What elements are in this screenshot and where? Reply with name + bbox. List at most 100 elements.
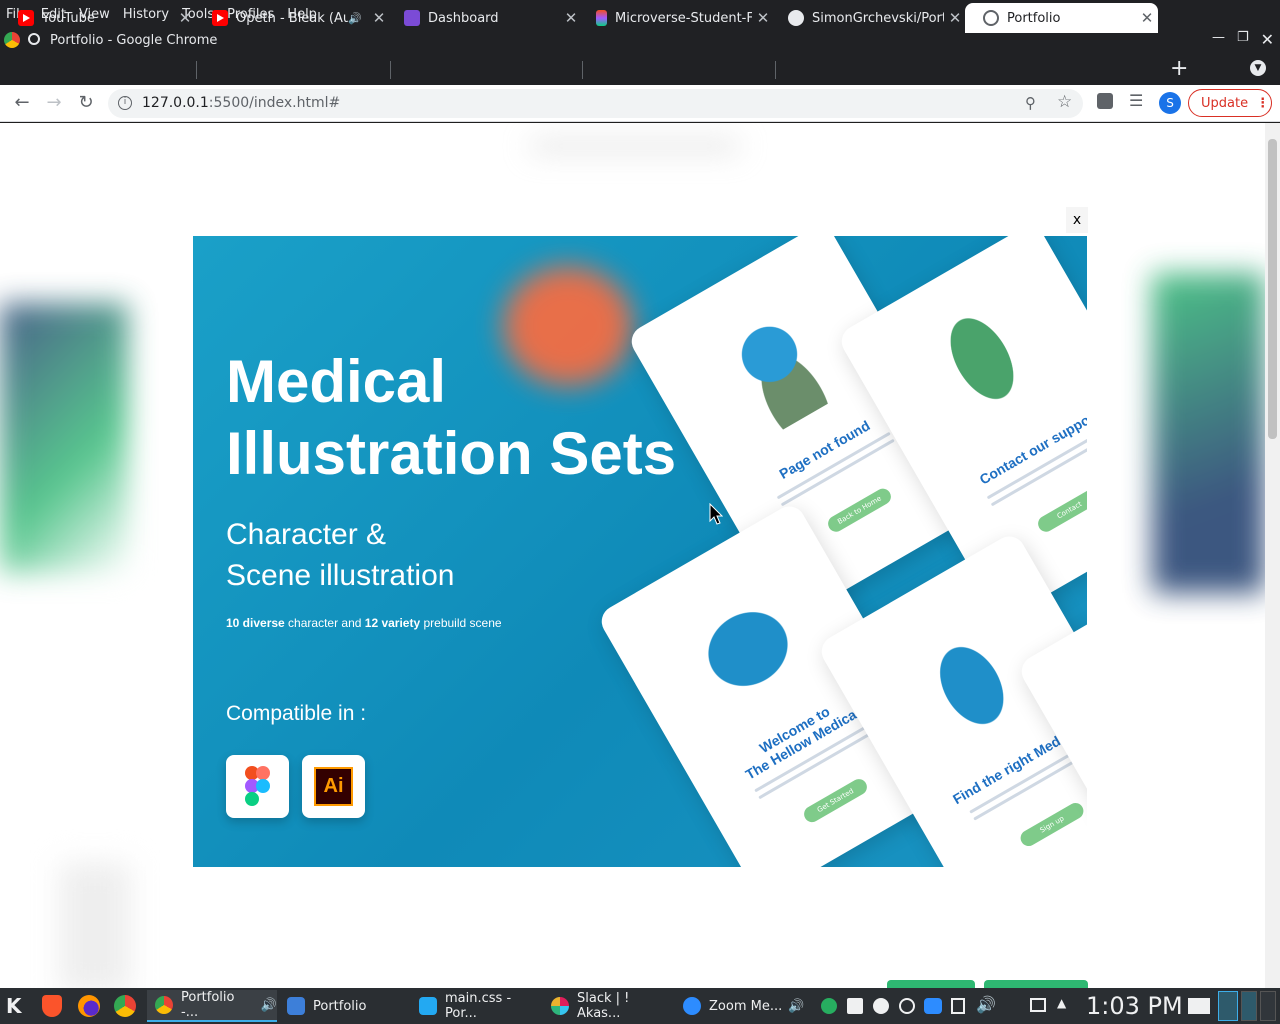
- pager-desktop-2[interactable]: [1241, 991, 1257, 1021]
- task-label: Zoom Me...: [709, 998, 783, 1014]
- tab-search-icon[interactable]: ▼: [1250, 60, 1266, 76]
- pin-icon[interactable]: [28, 33, 40, 45]
- tab-youtube[interactable]: YouTube ✕: [0, 3, 196, 33]
- subheadline-line-1: Character &: [226, 518, 387, 551]
- task-vscode[interactable]: main.css - Por...: [411, 990, 541, 1022]
- card-button: Back to Home: [825, 485, 894, 535]
- task-slack[interactable]: Slack | ! Akas...: [543, 990, 673, 1022]
- globe-icon: [983, 10, 999, 26]
- desc-bold-1: 10 diverse: [226, 616, 285, 630]
- chrome-taskbar-icon[interactable]: [114, 995, 136, 1017]
- card-button: Sign up: [1017, 800, 1087, 849]
- modal-close-button[interactable]: x: [1066, 207, 1088, 233]
- tab-label: YouTube: [42, 10, 95, 26]
- modal-subheadline: Character & Scene illustration: [226, 514, 454, 596]
- tab-label: Opeth - Bleak (Au: [236, 10, 349, 26]
- close-icon[interactable]: ✕: [944, 9, 966, 27]
- tab-label: Portfolio: [1007, 10, 1061, 26]
- update-label: Update: [1201, 95, 1249, 111]
- desc-mid: character and: [284, 616, 365, 630]
- headline-line-2: Illustration Sets: [226, 420, 677, 487]
- chrome-icon: [155, 996, 173, 1014]
- task-zoom[interactable]: Zoom Me... 🔊: [675, 990, 810, 1022]
- close-icon[interactable]: ✕: [1136, 9, 1158, 27]
- compatible-label: Compatible in :: [226, 702, 367, 725]
- bg-right-art: [1152, 273, 1265, 593]
- tray-volume-icon[interactable]: 🔊: [976, 995, 996, 1014]
- tray-zoom-icon[interactable]: [924, 998, 942, 1014]
- info-icon[interactable]: i: [118, 96, 132, 110]
- figma-app-icon: [226, 755, 289, 818]
- tray-update-icon[interactable]: [821, 998, 837, 1014]
- bg-bottom-panel: [60, 863, 130, 988]
- tray-notifications-icon[interactable]: [1030, 998, 1046, 1012]
- task-label: Portfolio -...: [181, 990, 235, 1020]
- url-host: 127.0.0.1: [142, 95, 209, 111]
- new-tab-icon[interactable]: +: [1170, 56, 1188, 81]
- media-control-icon[interactable]: ☰: [1129, 91, 1143, 110]
- minimize-icon[interactable]: —: [1212, 30, 1225, 49]
- task-chrome-portfolio[interactable]: Portfolio -... 🔊: [147, 990, 277, 1022]
- desc-end: prebuild scene: [420, 616, 502, 630]
- forward-icon[interactable]: →: [42, 91, 66, 115]
- tray-expand-icon[interactable]: ▲: [1057, 996, 1066, 1010]
- audio-icon: 🔊: [260, 997, 277, 1013]
- profile-avatar[interactable]: S: [1159, 92, 1181, 114]
- brave-icon[interactable]: [42, 995, 62, 1017]
- update-button[interactable]: Update ⋮: [1188, 89, 1272, 117]
- scrollbar-thumb[interactable]: [1268, 139, 1277, 439]
- chrome-icon: [4, 32, 20, 48]
- tray-clipboard-icon[interactable]: [951, 998, 965, 1014]
- show-desktop-icon[interactable]: [1188, 998, 1210, 1014]
- extensions-icon[interactable]: [1097, 93, 1113, 109]
- os-taskbar: K Portfolio -... 🔊 Portfolio main.css - …: [0, 988, 1280, 1024]
- illustrator-app-icon: Ai: [302, 755, 365, 818]
- tab-label: SimonGrchevski/Port: [812, 10, 944, 26]
- pager-desktop-3[interactable]: [1260, 991, 1276, 1021]
- bg-button-1: [887, 980, 975, 988]
- firefox-icon[interactable]: [78, 995, 100, 1017]
- project-modal-image: Medical Illustration Sets Character & Sc…: [193, 236, 1087, 867]
- doctor-illustration: [697, 285, 854, 445]
- kde-launcher-icon[interactable]: K: [6, 994, 28, 1018]
- dashboard-icon: [404, 10, 420, 26]
- url-text: 127.0.0.1:5500/index.html#: [142, 95, 340, 111]
- bg-nav-blur: [530, 139, 740, 153]
- figma-icon: [596, 10, 607, 26]
- pager-desktop-1[interactable]: [1218, 991, 1238, 1021]
- tab-github[interactable]: SimonGrchevski/Port ✕: [770, 3, 966, 33]
- more-menu-icon[interactable]: ⋮: [1256, 96, 1269, 111]
- taskbar-clock[interactable]: 1:03 PM: [1086, 992, 1183, 1020]
- close-icon[interactable]: ✕: [174, 9, 196, 27]
- tab-dashboard[interactable]: Dashboard ✕: [386, 3, 582, 33]
- card-button: Contact: [1035, 485, 1087, 535]
- tray-slack-icon[interactable]: [873, 998, 889, 1014]
- address-bar[interactable]: i 127.0.0.1:5500/index.html# ⚲ ☆: [108, 89, 1083, 118]
- audio-icon[interactable]: 🔊: [348, 12, 362, 25]
- modal-description: 10 diverse character and 12 variety preb…: [226, 616, 502, 630]
- document-icon: [287, 997, 305, 1015]
- close-window-icon[interactable]: ✕: [1261, 30, 1274, 49]
- headline-line-1: Medical: [226, 348, 447, 415]
- back-icon[interactable]: ←: [10, 91, 34, 115]
- tab-label: Dashboard: [428, 10, 499, 26]
- vscode-icon: [419, 997, 437, 1015]
- zoom-icon[interactable]: ⚲: [1025, 94, 1036, 112]
- tab-portfolio[interactable]: Portfolio ✕: [965, 3, 1158, 33]
- tab-opeth[interactable]: Opeth - Bleak (Au 🔊 ✕: [194, 3, 390, 33]
- maximize-icon[interactable]: ❐: [1237, 30, 1249, 49]
- bookmark-star-icon[interactable]: ☆: [1057, 92, 1072, 112]
- mouse-cursor-icon: [709, 503, 723, 525]
- task-label: main.css - Por...: [445, 991, 512, 1021]
- audio-icon: 🔊: [788, 998, 805, 1014]
- tray-vpn-icon[interactable]: [899, 998, 915, 1014]
- task-label: Portfolio: [313, 998, 367, 1014]
- tab-microverse[interactable]: Microverse-Student-F ✕: [578, 3, 774, 33]
- tab-label: Microverse-Student-F: [615, 10, 752, 26]
- modal-headline: Medical Illustration Sets: [226, 346, 676, 490]
- window-title: Portfolio - Google Chrome: [50, 32, 218, 48]
- task-portfolio[interactable]: Portfolio: [279, 990, 409, 1022]
- tray-media-icon[interactable]: [847, 998, 863, 1014]
- page-scrollbar[interactable]: [1265, 123, 1280, 988]
- reload-icon[interactable]: ↻: [74, 91, 98, 115]
